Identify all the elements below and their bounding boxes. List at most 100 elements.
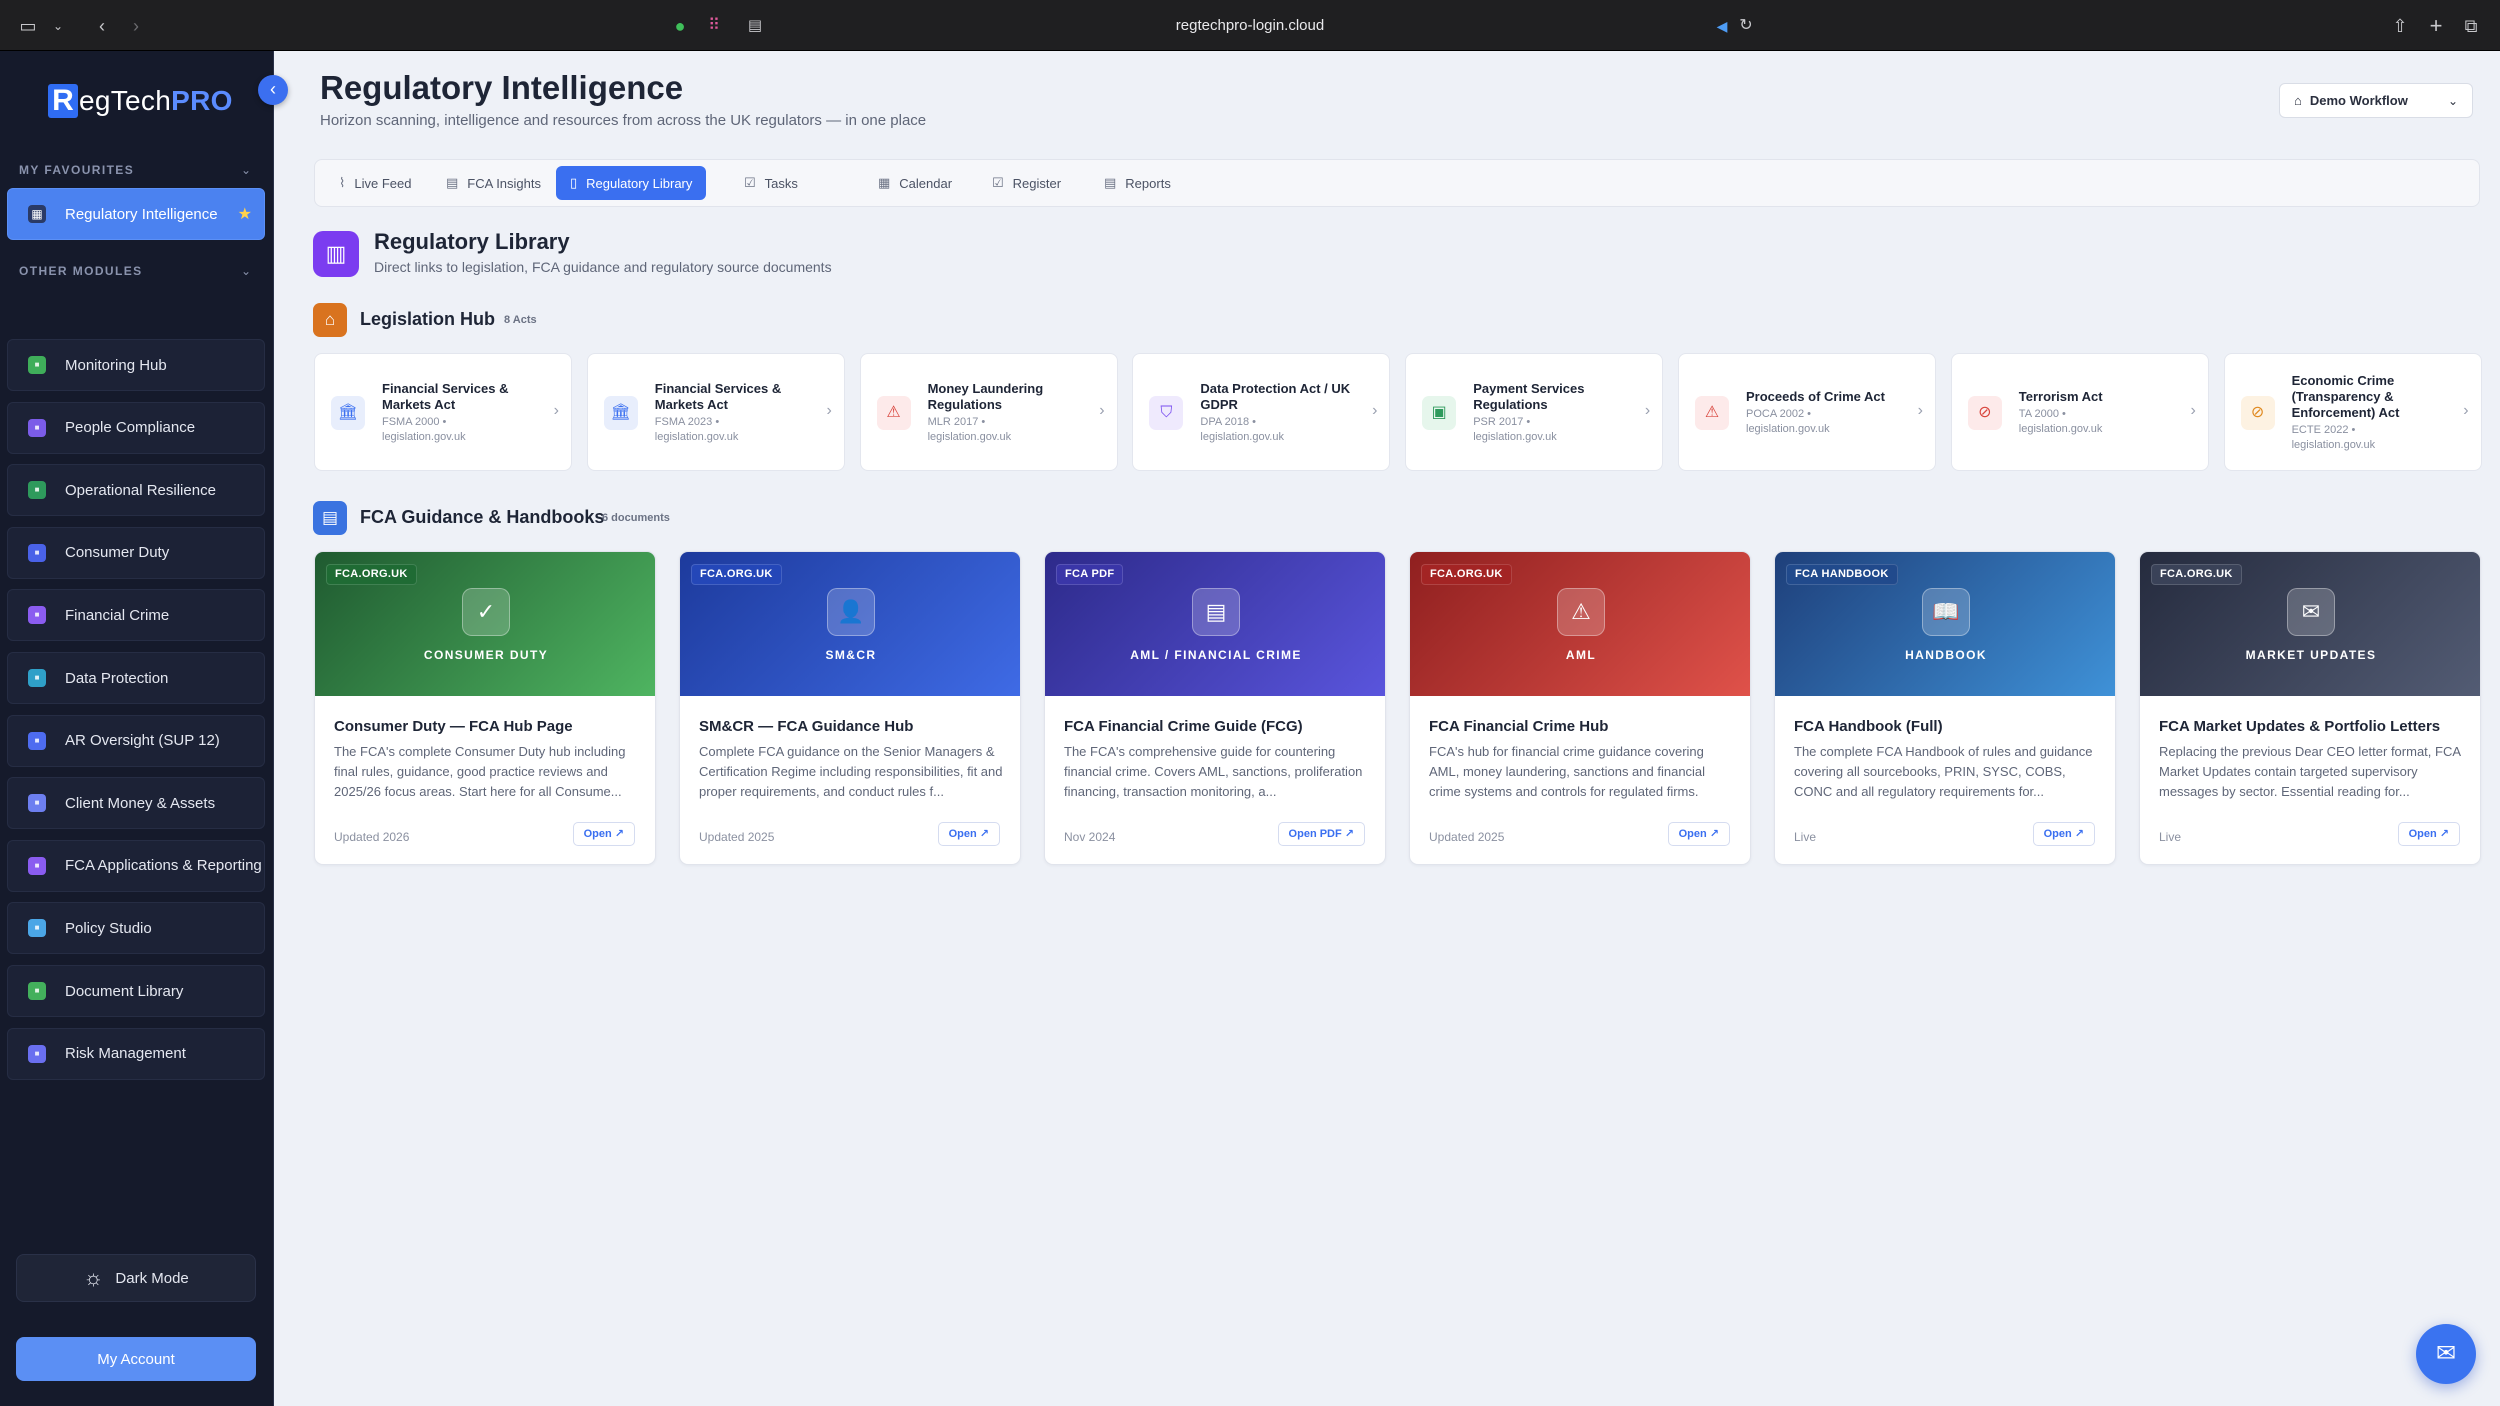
star-icon[interactable]: ★ xyxy=(238,204,252,224)
bank-icon: 🏛 xyxy=(331,396,365,430)
tabs-overview-icon[interactable]: ⧉ xyxy=(2459,14,2483,38)
sidebar-item-label: FCA Applications & Reporting xyxy=(65,857,262,875)
report-icon: ▤ xyxy=(1104,175,1117,190)
sidebar-item-document-library[interactable]: ■ Document Library xyxy=(7,965,265,1017)
legislation-card[interactable]: 🏛 Financial Services & Markets Act FSMA 20… xyxy=(586,353,845,471)
card-date: Updated 2025 xyxy=(1429,830,1505,844)
sidebar-item-financial-crime[interactable]: ■ Financial Crime xyxy=(7,589,265,642)
open-button[interactable]: Open PDF ↗ xyxy=(1277,822,1365,846)
open-button[interactable]: Open ↗ xyxy=(937,822,1000,846)
source-badge: FCA.ORG.UK xyxy=(326,564,417,585)
section-title: Regulatory Library xyxy=(374,229,570,254)
legislation-card[interactable]: ⛉ Data Protection Act / UK GDPR DPA 2018 •… xyxy=(1132,353,1391,471)
open-button[interactable]: Open ↗ xyxy=(2032,822,2095,846)
guidance-card[interactable]: FCA PDF ▤ AML / FINANCIAL CRIME FCA Financi… xyxy=(1044,551,1386,865)
act-source: legislation.gov.uk xyxy=(1473,431,1557,443)
legislation-card[interactable]: ▣ Payment Services Regulations PSR 2017 • l… xyxy=(1405,353,1664,471)
open-button[interactable]: Open ↗ xyxy=(2397,822,2460,846)
reload-icon[interactable]: ↻ xyxy=(1734,14,1758,38)
legislation-card-text: Terrorism Act TA 2000 • legislation.gov.uk xyxy=(2019,354,2179,472)
category-label: HANDBOOK xyxy=(1905,648,1987,662)
legislation-card[interactable]: ⚠ Proceeds of Crime Act POCA 2002 • legisla… xyxy=(1678,353,1936,471)
main-content: Regulatory Intelligence Horizon scanning… xyxy=(274,51,2500,1406)
category-label: MARKET UPDATES xyxy=(2245,648,2377,662)
external-link-icon: ↗ xyxy=(2071,828,2084,840)
apps-grid-icon[interactable]: ⠿ xyxy=(702,14,726,38)
chevron-down-icon[interactable]: ⌄ xyxy=(241,264,251,278)
tab-regulatory-library[interactable]: ▯ Regulatory Library xyxy=(556,166,707,200)
tab-reports[interactable]: ▤ Reports xyxy=(1090,166,1185,200)
forward-icon[interactable]: › xyxy=(124,14,148,38)
chat-button[interactable]: ✉ xyxy=(2416,1324,2476,1384)
source-badge: FCA.ORG.UK xyxy=(2151,564,2242,585)
external-link-icon: ↗ xyxy=(1341,828,1354,840)
legislation-card[interactable]: 🏛 Financial Services & Markets Act FSMA 20… xyxy=(314,353,572,471)
open-label: Open PDF xyxy=(1288,828,1342,840)
grammarly-icon[interactable]: ● xyxy=(668,14,692,38)
guidance-card[interactable]: FCA.ORG.UK ✓ CONSUMER DUTY Consumer Duty — … xyxy=(314,551,656,865)
open-button[interactable]: Open ↗ xyxy=(572,822,635,846)
act-source: legislation.gov.uk xyxy=(1746,423,1830,435)
sidebar-item-label: AR Oversight (SUP 12) xyxy=(65,732,220,750)
tab-register[interactable]: ☑ Register xyxy=(978,166,1075,200)
tab-calendar[interactable]: ▦ Calendar xyxy=(864,166,966,200)
card-description: FCA's hub for financial crime guidance c… xyxy=(1429,744,1706,799)
card-date: Nov 2024 xyxy=(1064,830,1116,844)
banknote-icon: ▣ xyxy=(1422,396,1457,430)
tasks-icon: ☑ xyxy=(744,175,756,190)
legislation-card[interactable]: ⊘ Terrorism Act TA 2000 • legislation.gov.u… xyxy=(1950,353,2209,472)
dark-mode-toggle[interactable]: ☼ Dark Mode xyxy=(16,1254,256,1302)
chevron-down-icon[interactable]: ⌄ xyxy=(46,14,70,38)
card-title: Consumer Duty — FCA Hub Page xyxy=(334,718,573,735)
guidance-card[interactable]: FCA.ORG.UK ✉ MARKET UPDATES FCA Market Upda… xyxy=(2139,551,2481,865)
sidebar-item-fca-applications-reporting[interactable]: ■ FCA Applications & Reporting xyxy=(7,839,265,892)
workflow-select[interactable]: ⌂ Demo Workflow ⌄ xyxy=(2279,83,2473,118)
sidebar-item-regulatory-intelligence[interactable]: ▦ Regulatory Intelligence ★ xyxy=(7,188,265,240)
warning-icon: ⚠ xyxy=(1557,588,1605,636)
new-tab-icon[interactable]: + xyxy=(2424,14,2448,38)
back-icon[interactable]: ‹ xyxy=(90,14,114,38)
sidebar-item-monitoring-hub[interactable]: ■ Monitoring Hub xyxy=(7,339,265,391)
card-title: FCA Financial Crime Guide (FCG) xyxy=(1064,718,1303,735)
guidance-card[interactable]: FCA HANDBOOK 📖 HANDBOOK FCA Handbook (Full)… xyxy=(1774,551,2116,865)
book-icon: ▥ xyxy=(313,231,359,277)
sidebar-item-ar-oversight-sup-12[interactable]: ■ AR Oversight (SUP 12) xyxy=(7,714,265,767)
tab-fca-insights[interactable]: ▤ FCA Insights xyxy=(432,166,555,200)
page-subtitle: Horizon scanning, intelligence and resou… xyxy=(320,112,927,129)
card-banner: FCA.ORG.UK ✉ MARKET UPDATES xyxy=(2140,552,2480,696)
source-badge: FCA.ORG.UK xyxy=(691,564,782,585)
my-account-button[interactable]: My Account xyxy=(16,1337,256,1381)
act-name: Terrorism Act xyxy=(2018,389,2103,404)
sidebar-item-label: Regulatory Intelligence xyxy=(65,205,218,223)
address-bar[interactable]: regtechpro-login.cloud xyxy=(0,14,2500,38)
legislation-card[interactable]: ⊘ Economic Crime (Transparency & Enforcem… xyxy=(2223,353,2482,471)
legislation-card[interactable]: ⚠ Money Laundering Regulations MLR 2017 • l… xyxy=(859,353,1118,471)
sidebar-item-client-money-assets[interactable]: ■ Client Money & Assets xyxy=(7,777,265,830)
sidebar-item-people-compliance[interactable]: ■ People Compliance xyxy=(7,401,265,454)
chevron-down-icon[interactable]: ⌄ xyxy=(241,163,251,177)
monitor-icon: ■ xyxy=(28,356,46,374)
card-description: Complete FCA guidance on the Senior Mana… xyxy=(699,744,1003,799)
act-name: Financial Services & Markets Act xyxy=(382,381,509,412)
card-date: Updated 2025 xyxy=(699,830,775,844)
sidebar-toggle-icon[interactable]: ▭ xyxy=(16,14,40,38)
sidebar-item-operational-resilience[interactable]: ■ Operational Resilience xyxy=(7,464,265,517)
sidebar-item-policy-studio[interactable]: ■ Policy Studio xyxy=(7,902,265,955)
sidebar-item-risk-management[interactable]: ■ Risk Management xyxy=(7,1027,265,1080)
chevron-right-icon: › xyxy=(1372,402,1378,419)
sidebar-item-consumer-duty[interactable]: ■ Consumer Duty xyxy=(7,526,265,579)
tab-live-feed[interactable]: ⌇ Live Feed xyxy=(325,166,425,200)
collapse-sidebar-button[interactable]: ‹ xyxy=(258,75,288,105)
guidance-card[interactable]: FCA.ORG.UK ⚠ AML FCA Financial Crime Hub FCA… xyxy=(1409,551,1751,865)
share-icon[interactable]: ⇧ xyxy=(2388,14,2412,38)
sidebar-item-data-protection[interactable]: ■ Data Protection xyxy=(7,652,265,704)
card-date: Updated 2026 xyxy=(334,830,410,844)
regtechpro-logo[interactable]: R egTechPRO xyxy=(48,81,233,121)
card-banner: FCA.ORG.UK ✓ CONSUMER DUTY xyxy=(315,552,655,696)
guidance-card[interactable]: FCA.ORG.UK 👤 SM&CR SM&CR — FCA Guidance Hub… xyxy=(679,551,1021,865)
open-button[interactable]: Open ↗ xyxy=(1667,822,1730,846)
tab-tasks[interactable]: ☑ Tasks xyxy=(730,166,812,200)
reader-icon[interactable]: ▤ xyxy=(743,14,767,38)
audio-icon[interactable]: ◀ xyxy=(1710,14,1734,38)
target-icon: ■ xyxy=(28,543,46,562)
